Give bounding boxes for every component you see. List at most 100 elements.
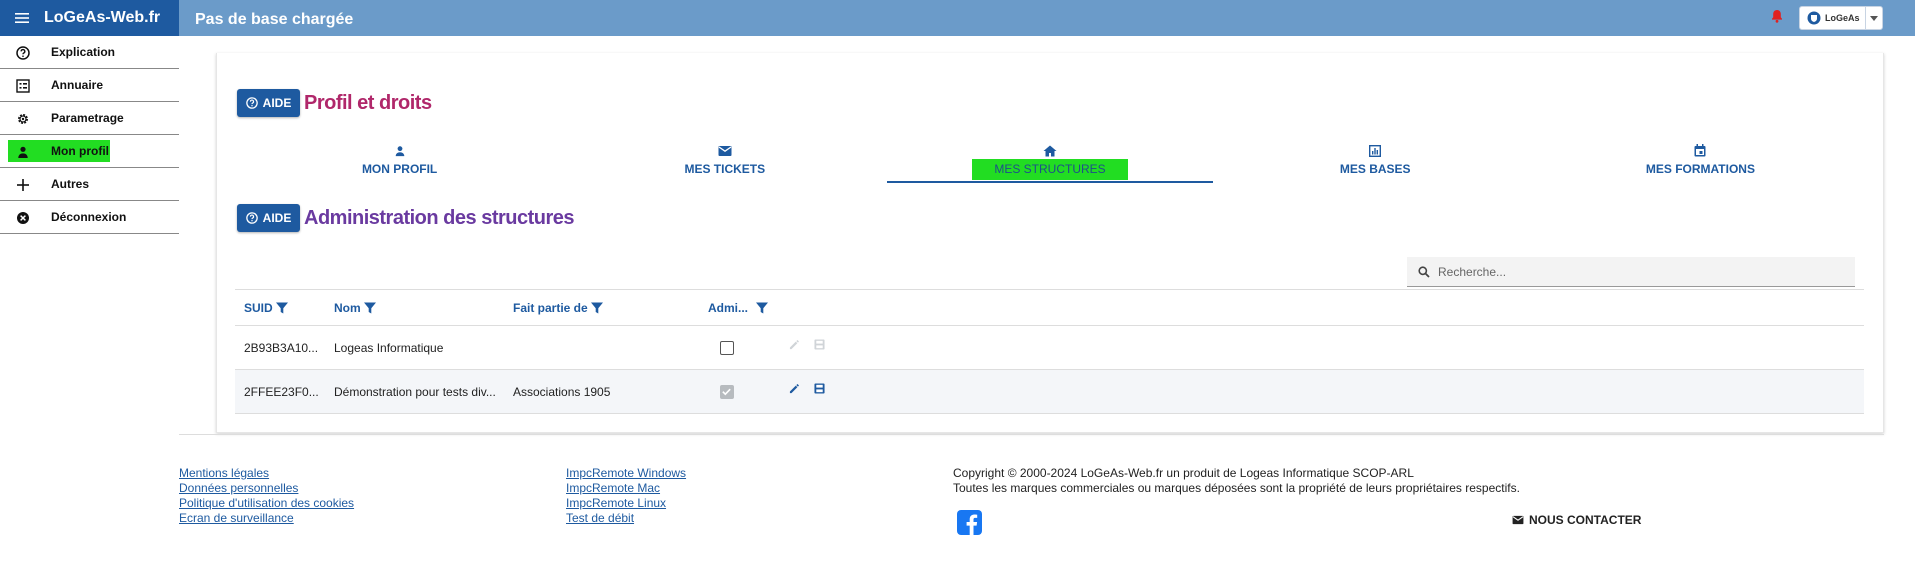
aide-button-profil[interactable]: AIDE bbox=[237, 89, 300, 117]
filter-icon[interactable] bbox=[275, 302, 288, 314]
person-icon bbox=[394, 144, 406, 162]
column-header-label: Admi... bbox=[708, 301, 749, 315]
tab-label: MES BASES bbox=[1339, 162, 1411, 176]
save-icon[interactable] bbox=[814, 383, 825, 397]
aide-button-admin[interactable]: AIDE bbox=[237, 204, 300, 232]
content-divider bbox=[179, 434, 1884, 435]
footer-link-mentions[interactable]: Mentions légales bbox=[179, 466, 354, 481]
sidebar-item-label: Autres bbox=[51, 177, 90, 191]
help-circle-icon bbox=[245, 212, 258, 224]
admin-checkbox[interactable] bbox=[720, 385, 734, 399]
search-box bbox=[1407, 257, 1855, 287]
cell-suid: 2B93B3A10... bbox=[244, 341, 319, 355]
contact-button[interactable]: NOUS CONTACTER bbox=[1512, 513, 1641, 527]
table-header: SUID Nom Fait partie de Admi... bbox=[235, 289, 1864, 326]
column-header-fait-partie-de[interactable]: Fait partie de bbox=[513, 301, 603, 315]
table-row[interactable]: 2B93B3A10... Logeas Informatique bbox=[235, 326, 1864, 370]
app-title[interactable]: LoGeAs-Web.fr bbox=[44, 9, 160, 27]
tab-label: MES FORMATIONS bbox=[1645, 162, 1755, 176]
sidebar: Explication Annuaire Parametrage Mon pro… bbox=[0, 36, 179, 234]
admin-checkbox[interactable] bbox=[720, 341, 734, 355]
sidebar-item-label: Mon profil bbox=[51, 144, 109, 158]
active-tab-indicator bbox=[887, 181, 1213, 183]
trademark-line: Toutes les marques commerciales ou marqu… bbox=[953, 481, 1520, 495]
gear-icon bbox=[15, 111, 31, 127]
sidebar-item-autres[interactable]: Autres bbox=[0, 168, 179, 201]
edit-icon[interactable] bbox=[789, 383, 800, 397]
tab-mes-formations[interactable]: MES FORMATIONS bbox=[1538, 140, 1863, 185]
facebook-icon[interactable] bbox=[957, 510, 982, 535]
sidebar-item-label: Déconnexion bbox=[51, 210, 127, 224]
column-header-label: Nom bbox=[334, 301, 361, 315]
search-icon bbox=[1418, 265, 1430, 278]
brand-area: LoGeAs-Web.fr bbox=[0, 0, 179, 36]
chart-icon bbox=[1369, 144, 1382, 162]
plus-icon bbox=[15, 177, 31, 193]
mail-icon bbox=[1512, 515, 1524, 525]
sidebar-item-deconnexion[interactable]: Déconnexion bbox=[0, 201, 179, 234]
filter-icon[interactable] bbox=[363, 302, 376, 314]
search-input[interactable] bbox=[1438, 264, 1838, 279]
cell-nom: Logeas Informatique bbox=[334, 341, 444, 355]
notification-bell-icon[interactable] bbox=[1771, 9, 1783, 28]
table-row[interactable]: 2FFEE23F0... Démonstration pour tests di… bbox=[235, 370, 1864, 414]
filter-icon[interactable] bbox=[756, 302, 769, 314]
section-title-profil: Profil et droits bbox=[304, 92, 432, 114]
copyright-line: Copyright © 2000-2024 LoGeAs-Web.fr un p… bbox=[953, 466, 1414, 480]
section-title-admin: Administration des structures bbox=[304, 207, 575, 229]
column-header-label: Fait partie de bbox=[513, 301, 588, 315]
tab-mes-tickets[interactable]: MES TICKETS bbox=[562, 140, 887, 185]
column-header-suid[interactable]: SUID bbox=[244, 301, 288, 315]
sidebar-item-parametrage[interactable]: Parametrage bbox=[0, 102, 179, 135]
cell-nom: Démonstration pour tests div... bbox=[334, 385, 496, 399]
filter-icon[interactable] bbox=[590, 302, 603, 314]
sidebar-item-annuaire[interactable]: Annuaire bbox=[0, 69, 179, 102]
account-name: LoGeAs bbox=[1825, 13, 1860, 23]
tab-mes-structures[interactable]: MES STRUCTURES bbox=[887, 140, 1213, 185]
top-bar: LoGeAs-Web.fr Pas de base chargée LoGeAs bbox=[0, 0, 1915, 36]
footer-link-impc-windows[interactable]: ImpcRemote Windows bbox=[566, 466, 686, 481]
hamburger-menu-icon[interactable] bbox=[0, 0, 44, 36]
page-status: Pas de base chargée bbox=[195, 11, 354, 28]
tab-mon-profil[interactable]: MON PROFIL bbox=[237, 140, 562, 185]
edit-icon[interactable] bbox=[789, 339, 800, 353]
sidebar-item-label: Annuaire bbox=[51, 78, 104, 92]
person-icon bbox=[15, 144, 31, 160]
calendar-icon bbox=[1694, 144, 1706, 162]
mail-icon bbox=[718, 144, 732, 162]
tab-label: MON PROFIL bbox=[361, 162, 438, 176]
tab-label: MES STRUCTURES bbox=[972, 159, 1128, 180]
footer-link-test-debit[interactable]: Test de débit bbox=[566, 511, 686, 526]
copyright: Copyright © 2000-2024 LoGeAs-Web.fr un p… bbox=[953, 466, 1520, 496]
sidebar-item-label: Explication bbox=[51, 45, 116, 59]
chevron-down-icon[interactable] bbox=[1865, 7, 1882, 29]
contact-label: NOUS CONTACTER bbox=[1529, 513, 1642, 527]
column-header-admin[interactable]: Admi... bbox=[708, 301, 769, 315]
account-logo-icon bbox=[1807, 11, 1821, 25]
footer-link-donnees[interactable]: Données personnelles bbox=[179, 481, 354, 496]
aide-label: AIDE bbox=[262, 96, 292, 110]
account-selector[interactable]: LoGeAs bbox=[1799, 6, 1883, 30]
sidebar-item-label: Parametrage bbox=[51, 111, 124, 125]
close-circle-icon bbox=[15, 210, 31, 226]
column-header-nom[interactable]: Nom bbox=[334, 301, 376, 315]
cell-parent: Associations 1905 bbox=[513, 385, 611, 399]
footer-link-impc-mac[interactable]: ImpcRemote Mac bbox=[566, 481, 686, 496]
footer-link-cookies[interactable]: Politique d'utilisation des cookies bbox=[179, 496, 354, 511]
cell-suid: 2FFEE23F0... bbox=[244, 385, 319, 399]
footer-links-tools: ImpcRemote Windows ImpcRemote Mac ImpcRe… bbox=[566, 466, 686, 526]
profile-tabs: MON PROFIL MES TICKETS MES STRUCTURES ME… bbox=[237, 140, 1863, 185]
sidebar-item-mon-profil[interactable]: Mon profil bbox=[0, 135, 179, 168]
structures-table: SUID Nom Fait partie de Admi... 2B93B3A1… bbox=[235, 289, 1864, 414]
footer-link-impc-linux[interactable]: ImpcRemote Linux bbox=[566, 496, 686, 511]
tab-label: MES TICKETS bbox=[684, 162, 766, 176]
column-header-label: SUID bbox=[244, 301, 273, 315]
help-circle-icon bbox=[15, 45, 31, 61]
tab-mes-bases[interactable]: MES BASES bbox=[1213, 140, 1538, 185]
footer-link-surveillance[interactable]: Ecran de surveillance bbox=[179, 511, 354, 526]
footer-links-legal: Mentions légales Données personnelles Po… bbox=[179, 466, 354, 526]
sidebar-item-explication[interactable]: Explication bbox=[0, 36, 179, 69]
list-icon bbox=[15, 78, 31, 94]
save-icon[interactable] bbox=[814, 339, 825, 353]
aide-label: AIDE bbox=[262, 211, 292, 225]
